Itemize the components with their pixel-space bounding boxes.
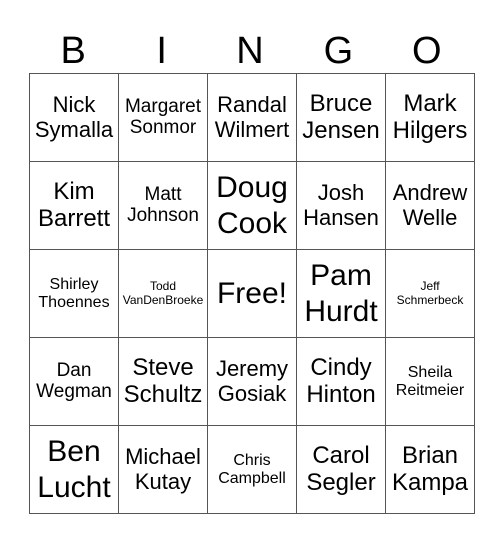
- bingo-cell[interactable]: Randal Wilmert: [207, 73, 297, 162]
- bingo-cell[interactable]: Pam Hurdt: [296, 249, 386, 338]
- bingo-cell[interactable]: Kim Barrett: [29, 161, 119, 250]
- bingo-cell[interactable]: Todd VanDenBroeke: [118, 249, 208, 338]
- cell-last-name: Hilgers: [392, 116, 468, 144]
- bingo-cell[interactable]: Mark Hilgers: [385, 73, 475, 162]
- cell-last-name: Hurdt: [304, 294, 378, 328]
- cell-first-name: Andrew: [392, 180, 468, 206]
- cell-first-name: Sheila: [407, 363, 453, 381]
- cell-first-name: Matt: [144, 183, 182, 205]
- cell-first-name: Michael: [125, 444, 201, 470]
- bingo-cell[interactable]: Ben Lucht: [29, 425, 119, 514]
- cell-first-name: Mark: [403, 90, 457, 118]
- cell-last-name: Jensen: [302, 116, 380, 144]
- cell-last-name: Hansen: [303, 204, 379, 230]
- cell-first-name: Jeremy: [215, 356, 289, 382]
- header-letter-n: N: [236, 30, 264, 72]
- cell-last-name: Symalla: [34, 116, 114, 142]
- bingo-grid: Nick Symalla Margaret Sonmor Randal Wilmert Br…: [29, 73, 475, 514]
- cell-last-name: Barrett: [37, 204, 111, 232]
- bingo-cell[interactable]: Michael Kutay: [118, 425, 208, 514]
- bingo-cell[interactable]: Chris Campbell: [207, 425, 297, 514]
- bingo-cell[interactable]: Sheila Reitmeier: [385, 337, 475, 426]
- cell-last-name: Kutay: [134, 468, 192, 494]
- grid-row: Ben Lucht Michael Kutay Chris Campbell Carol Se…: [29, 425, 475, 514]
- bingo-cell[interactable]: Nick Symalla: [29, 73, 119, 162]
- bingo-cell[interactable]: Carol Segler: [296, 425, 386, 514]
- grid-row: Kim Barrett Matt Johnson Doug Cook Josh Hansen A…: [29, 161, 475, 250]
- free-space-label: Free!: [216, 276, 288, 310]
- cell-first-name: Jeff: [420, 279, 440, 294]
- cell-last-name: Segler: [306, 468, 376, 496]
- cell-last-name: Schultz: [123, 380, 203, 408]
- bingo-cell[interactable]: Matt Johnson: [118, 161, 208, 250]
- cell-last-name: Wegman: [36, 380, 112, 402]
- cell-last-name: Thoennes: [38, 293, 110, 311]
- cell-last-name: Kampa: [391, 468, 469, 496]
- bingo-cell[interactable]: Dan Wegman: [29, 337, 119, 426]
- cell-last-name: Schmerbeck: [396, 292, 464, 307]
- bingo-cell[interactable]: Jeremy Gosiak: [207, 337, 297, 426]
- cell-first-name: Chris: [233, 451, 271, 469]
- bingo-header: B I N G O: [29, 28, 471, 74]
- bingo-cell[interactable]: Margaret Sonmor: [118, 73, 208, 162]
- cell-first-name: Brian: [401, 442, 459, 470]
- cell-first-name: Dan: [56, 359, 92, 381]
- cell-first-name: Shirley: [49, 275, 99, 293]
- cell-first-name: Kim: [53, 178, 95, 206]
- cell-first-name: Cindy: [310, 354, 372, 382]
- header-letter-o: O: [412, 30, 442, 72]
- cell-first-name: Ben: [47, 434, 101, 468]
- bingo-cell[interactable]: Josh Hansen: [296, 161, 386, 250]
- bingo-cell[interactable]: Andrew Welle: [385, 161, 475, 250]
- cell-last-name: VanDenBroeke: [122, 292, 204, 307]
- cell-first-name: Nick: [52, 92, 96, 118]
- cell-last-name: Sonmor: [129, 116, 197, 138]
- bingo-cell[interactable]: Jeff Schmerbeck: [385, 249, 475, 338]
- cell-first-name: Steve: [132, 354, 194, 382]
- cell-last-name: Gosiak: [217, 380, 287, 406]
- bingo-cell[interactable]: Shirley Thoennes: [29, 249, 119, 338]
- cell-first-name: Randal: [217, 92, 287, 118]
- cell-first-name: Pam: [310, 258, 372, 292]
- grid-row: Nick Symalla Margaret Sonmor Randal Wilmert Br…: [29, 73, 475, 162]
- cell-first-name: Doug: [216, 170, 288, 204]
- grid-row: Shirley Thoennes Todd VanDenBroeke Free! Pam H…: [29, 249, 475, 338]
- cell-first-name: Margaret: [124, 95, 202, 117]
- bingo-cell[interactable]: Brian Kampa: [385, 425, 475, 514]
- cell-first-name: Josh: [317, 180, 365, 206]
- cell-last-name: Cook: [216, 206, 288, 240]
- cell-last-name: Hinton: [306, 380, 376, 408]
- bingo-cell[interactable]: Steve Schultz: [118, 337, 208, 426]
- cell-last-name: Johnson: [127, 204, 199, 226]
- bingo-cell[interactable]: Cindy Hinton: [296, 337, 386, 426]
- header-letter-i: I: [156, 30, 167, 72]
- bingo-cell[interactable]: Bruce Jensen: [296, 73, 386, 162]
- cell-first-name: Todd: [149, 279, 177, 294]
- cell-last-name: Campbell: [218, 469, 286, 487]
- cell-last-name: Lucht: [37, 470, 111, 504]
- grid-row: Dan Wegman Steve Schultz Jeremy Gosiak Cindy Hi…: [29, 337, 475, 426]
- cell-last-name: Reitmeier: [395, 381, 465, 399]
- free-space-cell[interactable]: Free!: [207, 249, 297, 338]
- header-letter-b: B: [60, 30, 86, 72]
- bingo-cell[interactable]: Doug Cook: [207, 161, 297, 250]
- header-letter-g: G: [323, 30, 354, 72]
- cell-last-name: Welle: [402, 204, 458, 230]
- cell-first-name: Bruce: [309, 90, 373, 118]
- cell-first-name: Carol: [312, 442, 370, 470]
- cell-last-name: Wilmert: [214, 116, 290, 142]
